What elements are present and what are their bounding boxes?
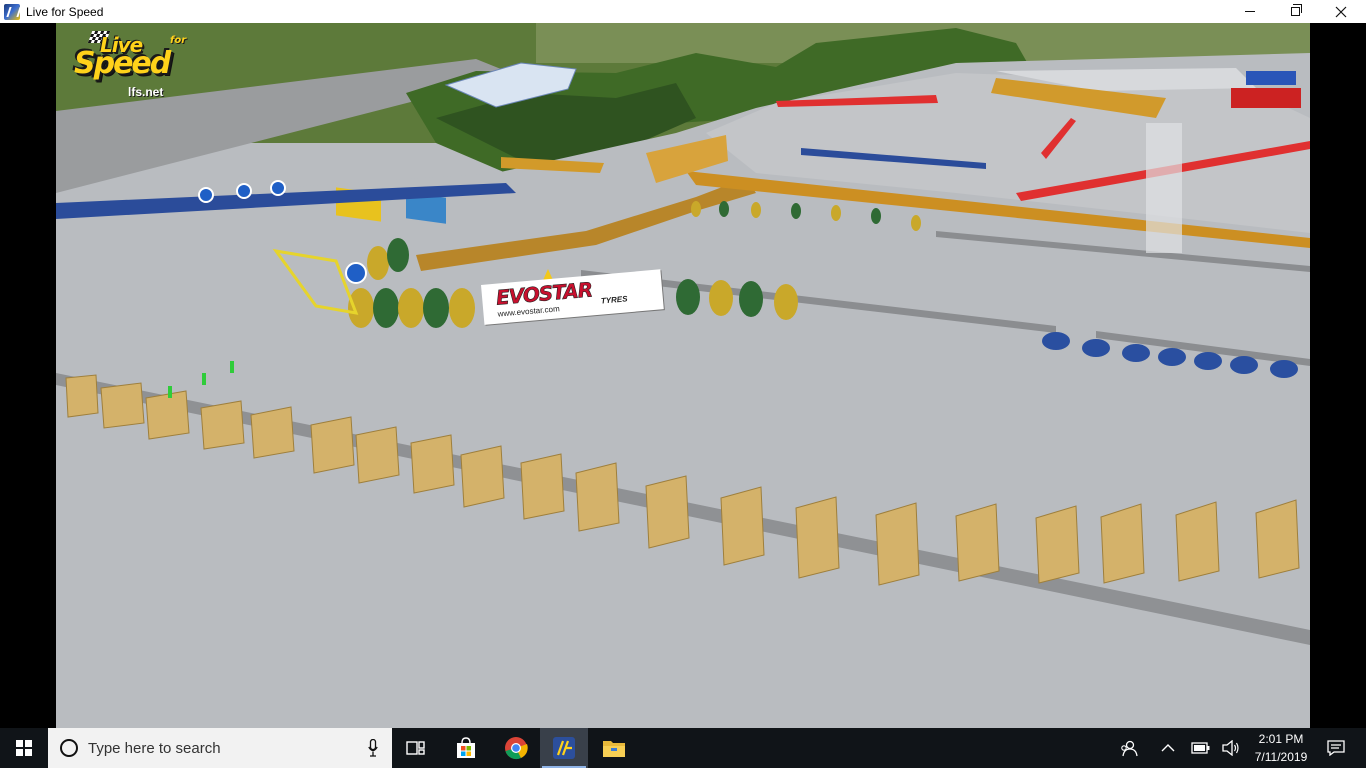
microphone-icon[interactable] bbox=[368, 739, 378, 757]
task-view-button[interactable] bbox=[392, 728, 440, 768]
taskbar: Type here to search 2:01 PM 7/11/2019 bbox=[0, 728, 1366, 768]
letterbox-left bbox=[0, 23, 56, 728]
task-view-icon bbox=[406, 741, 425, 755]
window-titlebar[interactable]: Live for Speed bbox=[0, 0, 1366, 23]
close-button[interactable] bbox=[1318, 0, 1364, 23]
battery-icon bbox=[1191, 742, 1210, 754]
store-button[interactable] bbox=[442, 728, 490, 768]
banner-subtitle: TYRES bbox=[600, 294, 628, 306]
search-box[interactable]: Type here to search bbox=[48, 728, 392, 768]
action-center-button[interactable] bbox=[1318, 728, 1354, 768]
marker-green-3 bbox=[230, 361, 234, 373]
search-placeholder: Type here to search bbox=[88, 739, 221, 757]
chrome-icon bbox=[505, 737, 528, 760]
red-building bbox=[1231, 88, 1301, 108]
search-icon bbox=[60, 739, 78, 757]
store-icon bbox=[457, 737, 475, 758]
chevron-up-icon bbox=[1161, 744, 1175, 752]
lfs-taskbar-button[interactable] bbox=[540, 728, 588, 768]
logo-url: lfs.net bbox=[128, 85, 164, 99]
direction-sign-far-3 bbox=[270, 180, 286, 196]
window-title: Live for Speed bbox=[26, 4, 104, 19]
letterbox-right bbox=[1310, 23, 1366, 728]
minimize-button[interactable] bbox=[1227, 0, 1273, 23]
marker-green-1 bbox=[168, 386, 172, 398]
file-explorer-button[interactable] bbox=[590, 728, 638, 768]
windows-logo-icon bbox=[16, 740, 32, 756]
restore-icon bbox=[1290, 4, 1302, 16]
marshal-post bbox=[1146, 123, 1182, 253]
lfs-app-icon bbox=[4, 3, 20, 20]
direction-sign bbox=[345, 262, 367, 284]
blue-building bbox=[1246, 71, 1296, 85]
direction-sign-far-1 bbox=[198, 187, 214, 203]
close-icon bbox=[1335, 6, 1347, 17]
show-hidden-icons-button[interactable] bbox=[1156, 728, 1180, 768]
start-button[interactable] bbox=[0, 728, 48, 768]
marker-green-2 bbox=[202, 373, 206, 385]
track-scene bbox=[56, 23, 1310, 728]
volume-icon bbox=[1222, 740, 1239, 756]
logo-speed-text: Speed bbox=[74, 46, 171, 81]
restore-button[interactable] bbox=[1272, 0, 1318, 23]
logo-for-text: for bbox=[170, 35, 187, 46]
lfs-logo: Live for Speed lfs.net bbox=[70, 29, 220, 99]
notification-icon bbox=[1327, 740, 1345, 756]
game-viewport[interactable]: Live for Speed lfs.net EVOSTAR TYRES www… bbox=[56, 23, 1310, 728]
direction-sign-far-2 bbox=[236, 183, 252, 199]
people-button[interactable] bbox=[1114, 728, 1144, 768]
clock-time: 2:01 PM bbox=[1258, 732, 1304, 746]
folder-icon bbox=[603, 741, 625, 757]
volume-button[interactable] bbox=[1218, 728, 1244, 768]
clock-date: 7/11/2019 bbox=[1254, 750, 1308, 764]
minimize-icon bbox=[1245, 11, 1255, 12]
lfs-app-icon bbox=[553, 737, 575, 759]
people-icon bbox=[1121, 740, 1138, 757]
chrome-button[interactable] bbox=[492, 728, 540, 768]
taskbar-clock[interactable]: 2:01 PM 7/11/2019 bbox=[1244, 730, 1318, 766]
battery-button[interactable] bbox=[1188, 728, 1214, 768]
